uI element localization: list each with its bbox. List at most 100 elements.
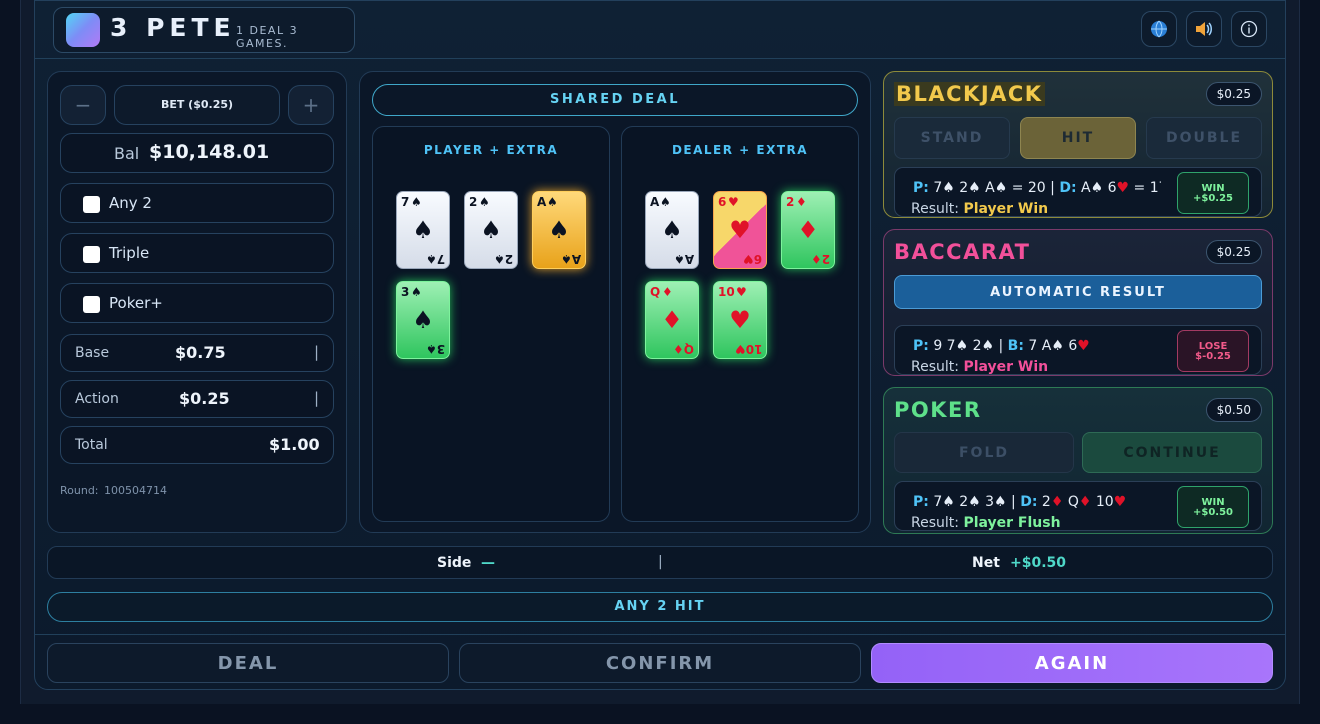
any2-checkbox[interactable] xyxy=(83,196,100,213)
bet-amount-display[interactable]: BET ($0.25) xyxy=(114,85,280,125)
card-suit: ♥ xyxy=(728,195,739,209)
baccarat-title: BACCARAT xyxy=(894,240,1031,264)
card-center-suit: ♠ xyxy=(480,216,502,244)
card-rank: A xyxy=(650,195,660,209)
card-suit: ♠ xyxy=(547,195,558,209)
player-card: 7 ♠ ♠ 7♠ xyxy=(396,191,450,269)
blackjack-title: BLACKJACK xyxy=(894,82,1045,106)
card-suit: ♦ xyxy=(662,285,673,299)
side-bet-triple[interactable]: Triple xyxy=(60,233,334,273)
poker-title: POKER xyxy=(894,398,982,422)
base-row: Base $0.75 | xyxy=(60,334,334,372)
card-center-suit: ♠ xyxy=(661,216,683,244)
poker-hands: P: 7♠ 2♠ 3♠ | D: 2♦ Q♦ 10♥ xyxy=(913,494,1127,510)
card-corner: 7♠ xyxy=(425,252,445,266)
round-value: 100504714 xyxy=(104,484,167,497)
sound-button[interactable] xyxy=(1186,11,1222,47)
double-button[interactable]: DOUBLE xyxy=(1146,117,1262,159)
baccarat-panel: BACCARAT $0.25 AUTOMATIC RESULT P: 9 7♠ … xyxy=(883,229,1273,376)
side-value: — xyxy=(481,555,495,571)
total-label: Total xyxy=(75,437,108,453)
card-corner: 10♥ xyxy=(734,342,762,356)
action-label: Action xyxy=(75,391,119,407)
dealer-area: DEALER + EXTRA A ♠ ♠ A♠ 6 ♥ ♥ 6♥ 2 ♦ ♦ 2♦ Q ♦ ♦ Q♦ 1… xyxy=(621,126,859,522)
card-center-suit: ♥ xyxy=(729,216,751,244)
any2-hit-banner: ANY 2 HIT xyxy=(47,592,1273,622)
poker-bet: $0.50 xyxy=(1205,398,1262,422)
dealer-card: 2 ♦ ♦ 2♦ xyxy=(781,191,835,269)
shared-deal-title: SHARED DEAL xyxy=(372,84,858,116)
balance-box: Bal $10,148.01 xyxy=(60,133,334,173)
summary-bar: Side — | Net +$0.50 xyxy=(47,546,1273,579)
triple-label: Triple xyxy=(109,244,150,262)
any2-label: Any 2 xyxy=(109,194,152,212)
card-center-suit: ♦ xyxy=(797,216,819,244)
card-rank: 2 xyxy=(469,195,478,209)
app-title: 3 PETE xyxy=(110,13,236,42)
stand-button[interactable]: STAND xyxy=(894,117,1010,159)
card-corner: 3♠ xyxy=(425,342,445,356)
continue-button[interactable]: CONTINUE xyxy=(1082,432,1262,473)
net-value: +$0.50 xyxy=(1010,555,1067,571)
blackjack-hands: P: 7♠ 2♠ A♠ = 20 | D: A♠ 6♥ = 17 xyxy=(913,180,1161,196)
card-suit: ♠ xyxy=(660,195,671,209)
app-subtitle: 1 DEAL 3 GAMES. xyxy=(236,24,299,50)
top-bar: 3 PETE 1 DEAL 3 GAMES. xyxy=(35,1,1285,59)
player-card: 2 ♠ ♠ 2♠ xyxy=(464,191,518,269)
card-suit: ♥ xyxy=(736,285,747,299)
card-center-suit: ♠ xyxy=(412,306,434,334)
card-center-suit: ♠ xyxy=(412,216,434,244)
bet-panel: − BET ($0.25) + Bal $10,148.01 Any 2 Tri… xyxy=(47,71,347,533)
card-corner: 2♠ xyxy=(493,252,513,266)
fold-button[interactable]: FOLD xyxy=(894,432,1074,473)
total-value: $1.00 xyxy=(269,435,320,454)
blackjack-panel: BLACKJACK $0.25 STAND HIT DOUBLE P: 7♠ 2… xyxy=(883,71,1273,218)
card-rank: 10 xyxy=(718,285,735,299)
side-bet-any2[interactable]: Any 2 xyxy=(60,183,334,223)
poker-plus-label: Poker+ xyxy=(109,294,163,312)
dealer-card: A ♠ ♠ A♠ xyxy=(645,191,699,269)
logo-icon xyxy=(66,13,100,47)
speaker-icon xyxy=(1196,22,1212,36)
poker-panel: POKER $0.50 FOLD CONTINUE P: 7♠ 2♠ 3♠ | … xyxy=(883,387,1273,534)
increase-bet-button[interactable]: + xyxy=(288,85,334,125)
brand: 3 PETE 1 DEAL 3 GAMES. xyxy=(53,7,355,53)
action-row: Action $0.25 | xyxy=(60,380,334,418)
shared-deal-panel: SHARED DEAL PLAYER + EXTRA 7 ♠ ♠ 7♠ 2 ♠ ♠ 2♠ A… xyxy=(359,71,871,533)
baccarat-result: P: 9 7♠ 2♠ | B: 7 A♠ 6♥ Result: Player W… xyxy=(894,325,1262,375)
card-corner: A♠ xyxy=(560,252,581,266)
card-rank: Q xyxy=(650,285,661,299)
card-rank: 6 xyxy=(718,195,727,209)
deal-button[interactable]: DEAL xyxy=(47,643,449,683)
card-corner: Q♦ xyxy=(673,342,694,356)
baccarat-hands: P: 9 7♠ 2♠ | B: 7 A♠ 6♥ xyxy=(913,338,1090,354)
card-suit: ♦ xyxy=(796,195,807,209)
info-button[interactable] xyxy=(1231,11,1267,47)
card-suit: ♠ xyxy=(411,195,422,209)
side-label: Side xyxy=(437,555,472,571)
card-corner: A♠ xyxy=(673,252,694,266)
info-icon xyxy=(1240,20,1258,38)
side-bet-poker-plus[interactable]: Poker+ xyxy=(60,283,334,323)
round-label: Round: xyxy=(60,484,99,497)
triple-checkbox[interactable] xyxy=(83,246,100,263)
globe-icon xyxy=(1151,20,1167,38)
action-divider: | xyxy=(314,389,320,407)
card-center-suit: ♦ xyxy=(661,306,683,334)
blackjack-win-badge: WIN +$0.25 xyxy=(1177,172,1249,214)
action-value: $0.25 xyxy=(179,389,230,408)
automatic-result-button[interactable]: AUTOMATIC RESULT xyxy=(894,275,1262,309)
summary-divider: | xyxy=(658,554,663,570)
baccarat-outcome: Result: Player Win xyxy=(911,359,1049,375)
net-label: Net xyxy=(972,555,1000,571)
decrease-bet-button[interactable]: − xyxy=(60,85,106,125)
hit-button[interactable]: HIT xyxy=(1020,117,1136,159)
confirm-button[interactable]: CONFIRM xyxy=(459,643,861,683)
again-button[interactable]: AGAIN xyxy=(871,643,1273,683)
blackjack-bet: $0.25 xyxy=(1205,82,1262,106)
poker-plus-checkbox[interactable] xyxy=(83,296,100,313)
balance-label: Bal xyxy=(114,144,140,163)
blackjack-outcome: Result: Player Win xyxy=(911,201,1049,217)
language-button[interactable] xyxy=(1141,11,1177,47)
card-rank: A xyxy=(537,195,547,209)
